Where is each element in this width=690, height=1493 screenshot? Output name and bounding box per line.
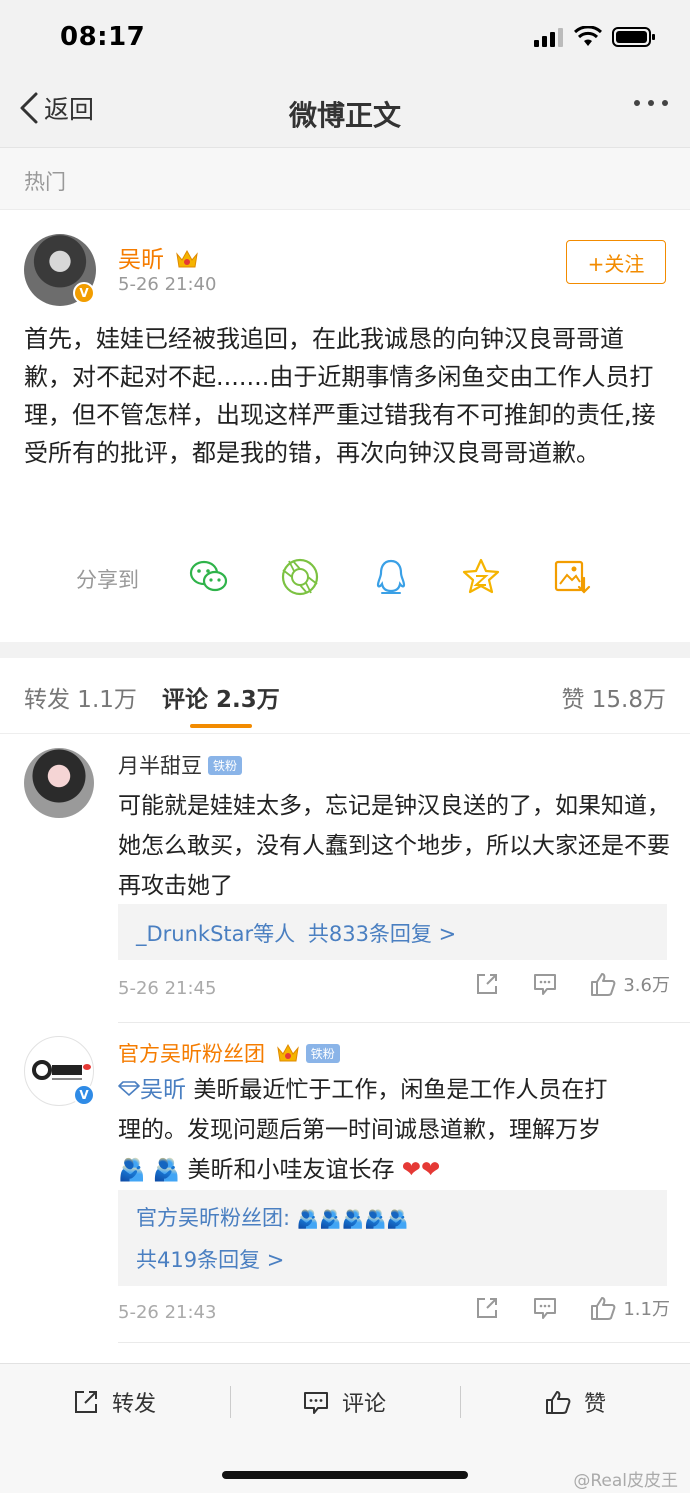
reply-preview[interactable]: 官方吴昕粉丝团: 🫂🫂🫂🫂🫂 共419条回复 > xyxy=(118,1190,667,1286)
section-label: 热门 xyxy=(24,170,66,194)
tab-like[interactable]: 赞 15.8万 xyxy=(561,680,666,714)
heart-icon: ❤ xyxy=(401,1157,422,1183)
post-author-name: 吴昕 xyxy=(118,247,164,273)
tab-comment[interactable]: 评论 2.3万 xyxy=(162,680,280,714)
more-dot xyxy=(662,100,668,106)
diamond-icon xyxy=(118,1081,140,1096)
reply-count-link[interactable]: 共419条回复 > xyxy=(136,1244,284,1274)
comment-label: 评论 xyxy=(342,1392,387,1417)
fan-badge: 铁粉 xyxy=(208,756,243,775)
section-divider xyxy=(0,642,690,658)
repost-icon xyxy=(75,1391,97,1413)
repost-label: 转发 xyxy=(112,1392,157,1417)
qq-icon[interactable] xyxy=(370,556,412,598)
fan-badge: 铁粉 xyxy=(305,1044,340,1063)
repost-button[interactable]: 转发 xyxy=(72,1386,156,1418)
comment-time: 5-26 21:45 xyxy=(118,978,217,999)
section-header: 热门 xyxy=(0,148,690,210)
comment-meta: 5-26 21:43 1.1万 xyxy=(118,1294,670,1334)
comment-text-part: 美昕最近忙于工作，闲鱼是工作人员在打 xyxy=(193,1077,608,1103)
comment-item: 月半甜豆 铁粉 可能就是娃娃太多，忘记是钟汉良送的了，如果知道，她怎么敢买，没有人… xyxy=(0,734,690,1024)
bar-separator xyxy=(230,1386,231,1418)
comment-item: V 官方吴昕粉丝团 铁粉 吴昕 美昕最近忙于工作，闲鱼是工作人员在打 理的。发现… xyxy=(0,1024,690,1354)
comment-divider xyxy=(118,1022,690,1023)
comment-icon[interactable] xyxy=(531,1294,559,1322)
comment-button[interactable]: 评论 xyxy=(302,1386,386,1418)
like-icon[interactable] xyxy=(589,970,617,998)
share-icon[interactable] xyxy=(473,970,501,998)
home-indicator xyxy=(222,1471,468,1479)
hug-emoji-icon: 🫂 xyxy=(118,1158,146,1183)
status-bar: 08:17 xyxy=(0,0,690,76)
commenter-name-text: 月半甜豆 xyxy=(118,754,202,778)
commenter-name-text: 官方吴昕粉丝团 xyxy=(118,1042,265,1066)
comment-time: 5-26 21:43 xyxy=(118,1302,217,1323)
status-icons xyxy=(534,26,656,48)
comment-text: 可能就是娃娃太多，忘记是钟汉良送的了，如果知道，她怎么敢买，没有人蠢到这个地步，… xyxy=(118,793,670,899)
wifi-icon xyxy=(574,26,602,46)
wechat-icon[interactable] xyxy=(188,556,230,598)
reply-line: _DrunkStar等人 共833条回复 > xyxy=(136,918,456,948)
comment-icon[interactable] xyxy=(531,970,559,998)
bar-separator xyxy=(460,1386,461,1418)
comment-icon xyxy=(304,1392,328,1414)
share-label: 分享到 xyxy=(76,568,139,592)
post-time: 5-26 21:40 xyxy=(118,274,217,295)
heart-icon: ❤ xyxy=(421,1157,441,1183)
reply-preview[interactable]: _DrunkStar等人 共833条回复 > xyxy=(118,904,667,960)
reply-line: 官方吴昕粉丝团: 🫂🫂🫂🫂🫂 xyxy=(136,1202,409,1232)
hug-emoji-icon: 🫂 xyxy=(152,1158,181,1183)
save-image-icon[interactable] xyxy=(551,556,593,598)
interaction-tabs: 转发 1.1万 评论 2.3万 赞 15.8万 xyxy=(0,658,690,734)
like-icon[interactable] xyxy=(589,1294,617,1322)
commenter-name[interactable]: 官方吴昕粉丝团 铁粉 xyxy=(118,1038,340,1068)
comment-actions: 1.1万 xyxy=(473,1294,670,1322)
status-time: 08:17 xyxy=(60,22,146,52)
like-button[interactable]: 赞 xyxy=(544,1386,606,1418)
mention-link[interactable]: 吴昕 xyxy=(140,1077,186,1103)
battery-icon xyxy=(612,27,655,47)
moments-icon[interactable] xyxy=(279,556,321,598)
post-author[interactable]: 吴昕 xyxy=(118,240,199,274)
comment-text-line: 吴昕 美昕最近忙于工作，闲鱼是工作人员在打 xyxy=(118,1070,670,1110)
comment-text-part: 美昕和小哇友谊长存 xyxy=(187,1157,395,1183)
page-title: 微博正文 xyxy=(288,99,401,132)
commenter-name[interactable]: 月半甜豆 铁粉 xyxy=(118,750,243,780)
crown-icon xyxy=(176,249,199,268)
comment-actions: 3.6万 xyxy=(473,970,670,998)
tab-repost[interactable]: 转发 1.1万 xyxy=(24,680,137,714)
more-dot xyxy=(648,100,654,106)
share-row: 分享到 xyxy=(0,552,690,602)
more-button[interactable] xyxy=(634,100,668,106)
favorite-icon[interactable] xyxy=(460,556,502,598)
like-count: 1.1万 xyxy=(623,1299,670,1320)
like-label: 赞 xyxy=(584,1392,607,1417)
reply-count-link[interactable]: 共833条回复 > xyxy=(308,922,456,946)
hug-emoji-icon: 🫂🫂🫂🫂🫂 xyxy=(296,1209,409,1230)
crown-icon xyxy=(276,1043,299,1062)
comment-text-line: 理的。发现问题后第一时间诚恳道歉，理解万岁 xyxy=(118,1117,601,1143)
tab-indicator xyxy=(190,724,252,728)
weibo-post: V 吴昕 5-26 21:40 +关注 首先，娃娃已经被我追回，在此我诚恳的向钟… xyxy=(0,210,690,642)
more-dot xyxy=(634,100,640,106)
watermark: @Real皮皮王 xyxy=(573,1471,678,1491)
comment-text-line: 🫂 🫂 美昕和小哇友谊长存 ❤❤ xyxy=(118,1150,670,1191)
commenter-avatar[interactable] xyxy=(24,748,94,818)
like-icon xyxy=(546,1391,571,1414)
signal-icon xyxy=(534,28,563,47)
reply-names: _DrunkStar等人 xyxy=(136,922,296,946)
follow-button[interactable]: +关注 xyxy=(566,240,666,284)
comment-meta: 5-26 21:45 3.6万 xyxy=(118,970,670,1010)
share-icon[interactable] xyxy=(473,1294,501,1322)
like-count: 3.6万 xyxy=(623,975,670,996)
post-text: 首先，娃娃已经被我追回，在此我诚恳的向钟汉良哥哥道歉，对不起对不起.......… xyxy=(24,325,656,467)
reply-author[interactable]: 官方吴昕粉丝团: xyxy=(136,1206,290,1230)
verified-badge-icon: V xyxy=(73,282,95,304)
nav-bar: 返回 微博正文 xyxy=(0,76,690,148)
verified-badge-icon: V xyxy=(73,1084,95,1106)
comment-text: 吴昕 美昕最近忙于工作，闲鱼是工作人员在打 理的。发现问题后第一时间诚恳道歉，理… xyxy=(118,1070,670,1191)
comment-divider xyxy=(118,1342,690,1343)
